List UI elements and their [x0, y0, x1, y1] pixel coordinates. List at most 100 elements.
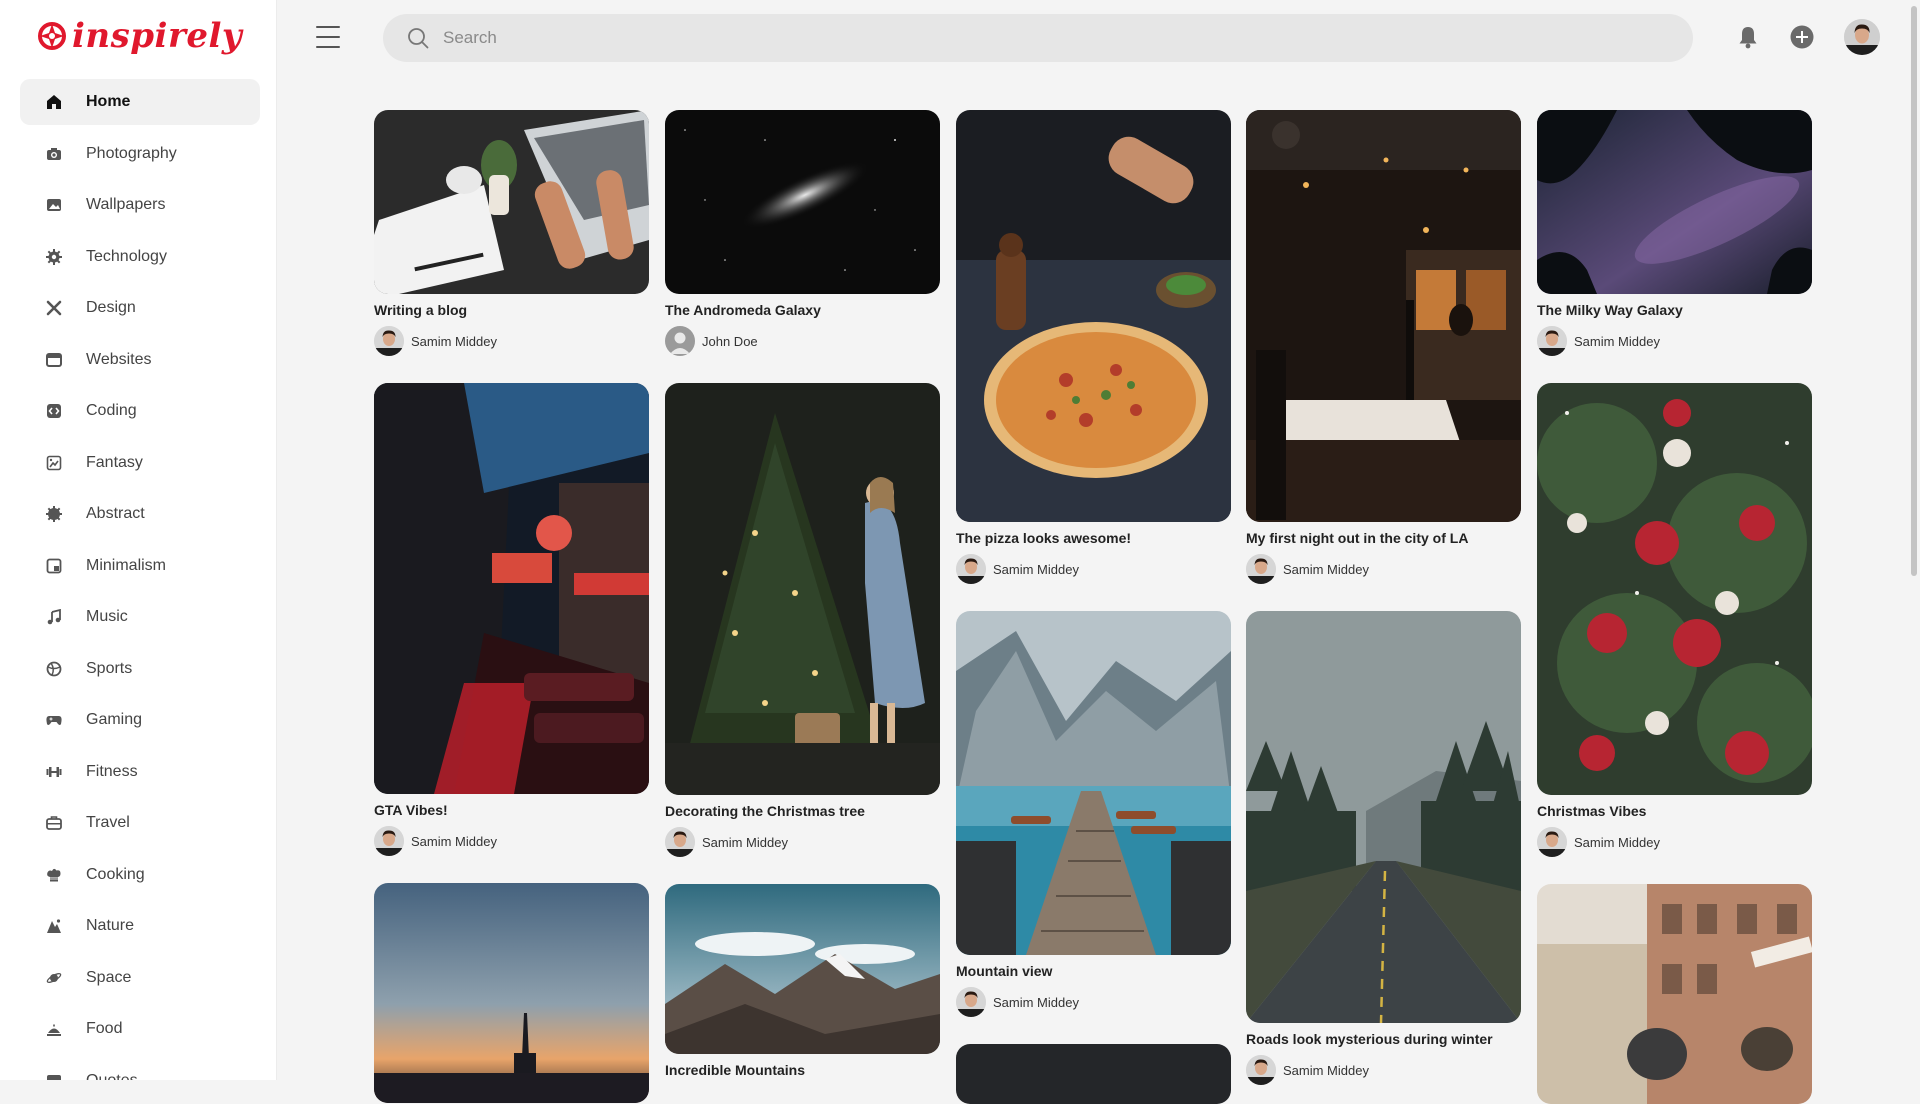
home-icon	[44, 92, 64, 112]
pin-author[interactable]: Samim Middey	[1537, 827, 1812, 857]
pin-image[interactable]	[374, 110, 649, 294]
image-icon	[44, 195, 64, 215]
logo[interactable]: inspirely	[38, 16, 242, 56]
code-icon	[44, 401, 64, 421]
menu-icon[interactable]	[316, 26, 340, 48]
planet-icon	[44, 968, 64, 988]
pin-author[interactable]: John Doe	[665, 326, 940, 356]
pin-card[interactable]	[956, 1044, 1231, 1104]
add-icon[interactable]	[1788, 23, 1816, 51]
bell-icon[interactable]	[1734, 23, 1762, 51]
pin-title: My first night out in the city of LA	[1246, 530, 1469, 546]
pin-image[interactable]	[1537, 884, 1812, 1104]
pin-author[interactable]: Samim Middey	[374, 326, 649, 356]
pin-author[interactable]: Samim Middey	[1246, 1055, 1521, 1085]
sidebar-item-music[interactable]: Music	[20, 594, 260, 640]
pin-author[interactable]: Samim Middey	[1537, 326, 1812, 356]
pin-title: GTA Vibes!	[374, 802, 448, 818]
sidebar-item-quotes[interactable]: Quotes	[20, 1058, 260, 1080]
chef-hat-icon	[44, 865, 64, 885]
user-avatar[interactable]	[1844, 19, 1880, 55]
scrollbar-thumb[interactable]	[1911, 6, 1917, 576]
sidebar-item-minimalism[interactable]: Minimalism	[20, 543, 260, 589]
pin-author[interactable]: Samim Middey	[1246, 554, 1521, 584]
pin-card[interactable]: Decorating the Christmas tree Samim Midd…	[665, 383, 940, 857]
design-tools-icon	[44, 298, 64, 318]
pin-card[interactable]: Roads look mysterious during winter Sami…	[1246, 611, 1521, 1085]
pin-title: Mountain view	[956, 963, 1053, 979]
sidebar-item-photography[interactable]: Photography	[20, 131, 260, 177]
sidebar-item-travel[interactable]: Travel	[20, 800, 260, 846]
sidebar-item-label: Gaming	[86, 711, 143, 728]
pin-image[interactable]	[1246, 611, 1521, 1023]
pin-title: Incredible Mountains	[665, 1062, 806, 1078]
pin-image[interactable]	[374, 383, 649, 794]
ball-icon	[44, 659, 64, 679]
pin-author[interactable]: Samim Middey	[956, 554, 1231, 584]
pin-card[interactable]: My first night out in the city of LA Sam…	[1246, 110, 1521, 584]
search-input[interactable]	[441, 27, 1645, 49]
sidebar-item-home[interactable]: Home	[20, 79, 260, 125]
pin-card[interactable]: Christmas Vibes Samim Middey	[1537, 383, 1812, 857]
sidebar-item-food[interactable]: Food	[20, 1006, 260, 1052]
author-name: Samim Middey	[1283, 1062, 1369, 1078]
author-avatar	[1246, 1055, 1276, 1085]
camera-icon	[44, 144, 64, 164]
pin-image[interactable]	[374, 883, 649, 1103]
pin-card[interactable]: The Milky Way Galaxy Samim Middey	[1537, 110, 1812, 356]
sidebar-item-sports[interactable]: Sports	[20, 646, 260, 692]
pin-image[interactable]	[956, 611, 1231, 955]
pin-card[interactable]: Mountain view Samim Middey	[956, 611, 1231, 1017]
pin-card[interactable]	[1537, 884, 1812, 1104]
pin-image[interactable]	[665, 110, 940, 294]
sidebar-item-space[interactable]: Space	[20, 955, 260, 1001]
author-avatar	[956, 987, 986, 1017]
pin-card[interactable]	[374, 883, 649, 1103]
sidebar-item-label: Sports	[86, 659, 133, 677]
author-name: Samim Middey	[411, 333, 497, 349]
sidebar-item-gaming[interactable]: Gaming	[20, 697, 260, 743]
author-name: Samim Middey	[993, 561, 1079, 577]
pin-author[interactable]: Samim Middey	[956, 987, 1231, 1017]
pin-author[interactable]: Samim Middey	[665, 827, 940, 857]
quote-icon	[44, 1071, 64, 1080]
sidebar-item-cooking[interactable]: Cooking	[20, 852, 260, 898]
pin-author[interactable]: Samim Middey	[374, 826, 649, 856]
pin-image[interactable]	[1246, 110, 1521, 522]
pin-title: Christmas Vibes	[1537, 803, 1647, 819]
pin-image[interactable]	[1537, 110, 1812, 294]
logo-text: inspirely	[72, 16, 243, 56]
sidebar-item-abstract[interactable]: Abstract	[20, 491, 260, 537]
sidebar-item-nature[interactable]: Nature	[20, 903, 260, 949]
sidebar-item-label: Coding	[86, 402, 137, 419]
pin-card[interactable]: The pizza looks awesome! Samim Middey	[956, 110, 1231, 584]
sidebar-item-label: Fitness	[86, 762, 138, 780]
sidebar-nav: Home Photography Wallpapers Technology D…	[20, 79, 260, 1080]
sidebar-item-fantasy[interactable]: Fantasy	[20, 440, 260, 486]
author-name: Samim Middey	[993, 994, 1079, 1010]
pin-image[interactable]	[665, 884, 940, 1054]
author-name: John Doe	[702, 333, 758, 349]
sidebar-item-coding[interactable]: Coding	[20, 388, 260, 434]
pin-card[interactable]: Writing a blog Samim Middey	[374, 110, 649, 356]
pin-card[interactable]: The Andromeda Galaxy John Doe	[665, 110, 940, 356]
sidebar-item-label: Technology	[86, 247, 167, 265]
sidebar-item-design[interactable]: Design	[20, 285, 260, 331]
sidebar-item-fitness[interactable]: Fitness	[20, 749, 260, 795]
pin-image[interactable]	[956, 1044, 1231, 1104]
author-avatar	[374, 326, 404, 356]
pin-image[interactable]	[1537, 383, 1812, 795]
sidebar-item-technology[interactable]: Technology	[20, 234, 260, 280]
sidebar-item-label: Websites	[86, 350, 152, 368]
search-bar[interactable]	[383, 14, 1693, 62]
sidebar-item-label: Photography	[86, 144, 177, 162]
pin-image[interactable]	[665, 383, 940, 795]
pin-card[interactable]: GTA Vibes! Samim Middey	[374, 383, 649, 856]
sidebar-item-label: Wallpapers	[86, 196, 166, 213]
pin-image[interactable]	[956, 110, 1231, 522]
sidebar-item-websites[interactable]: Websites	[20, 337, 260, 383]
sidebar-item-label: Home	[86, 93, 131, 110]
dumbbell-icon	[44, 762, 64, 782]
sidebar-item-wallpapers[interactable]: Wallpapers	[20, 182, 260, 228]
pin-card[interactable]: Incredible Mountains	[665, 884, 940, 1079]
